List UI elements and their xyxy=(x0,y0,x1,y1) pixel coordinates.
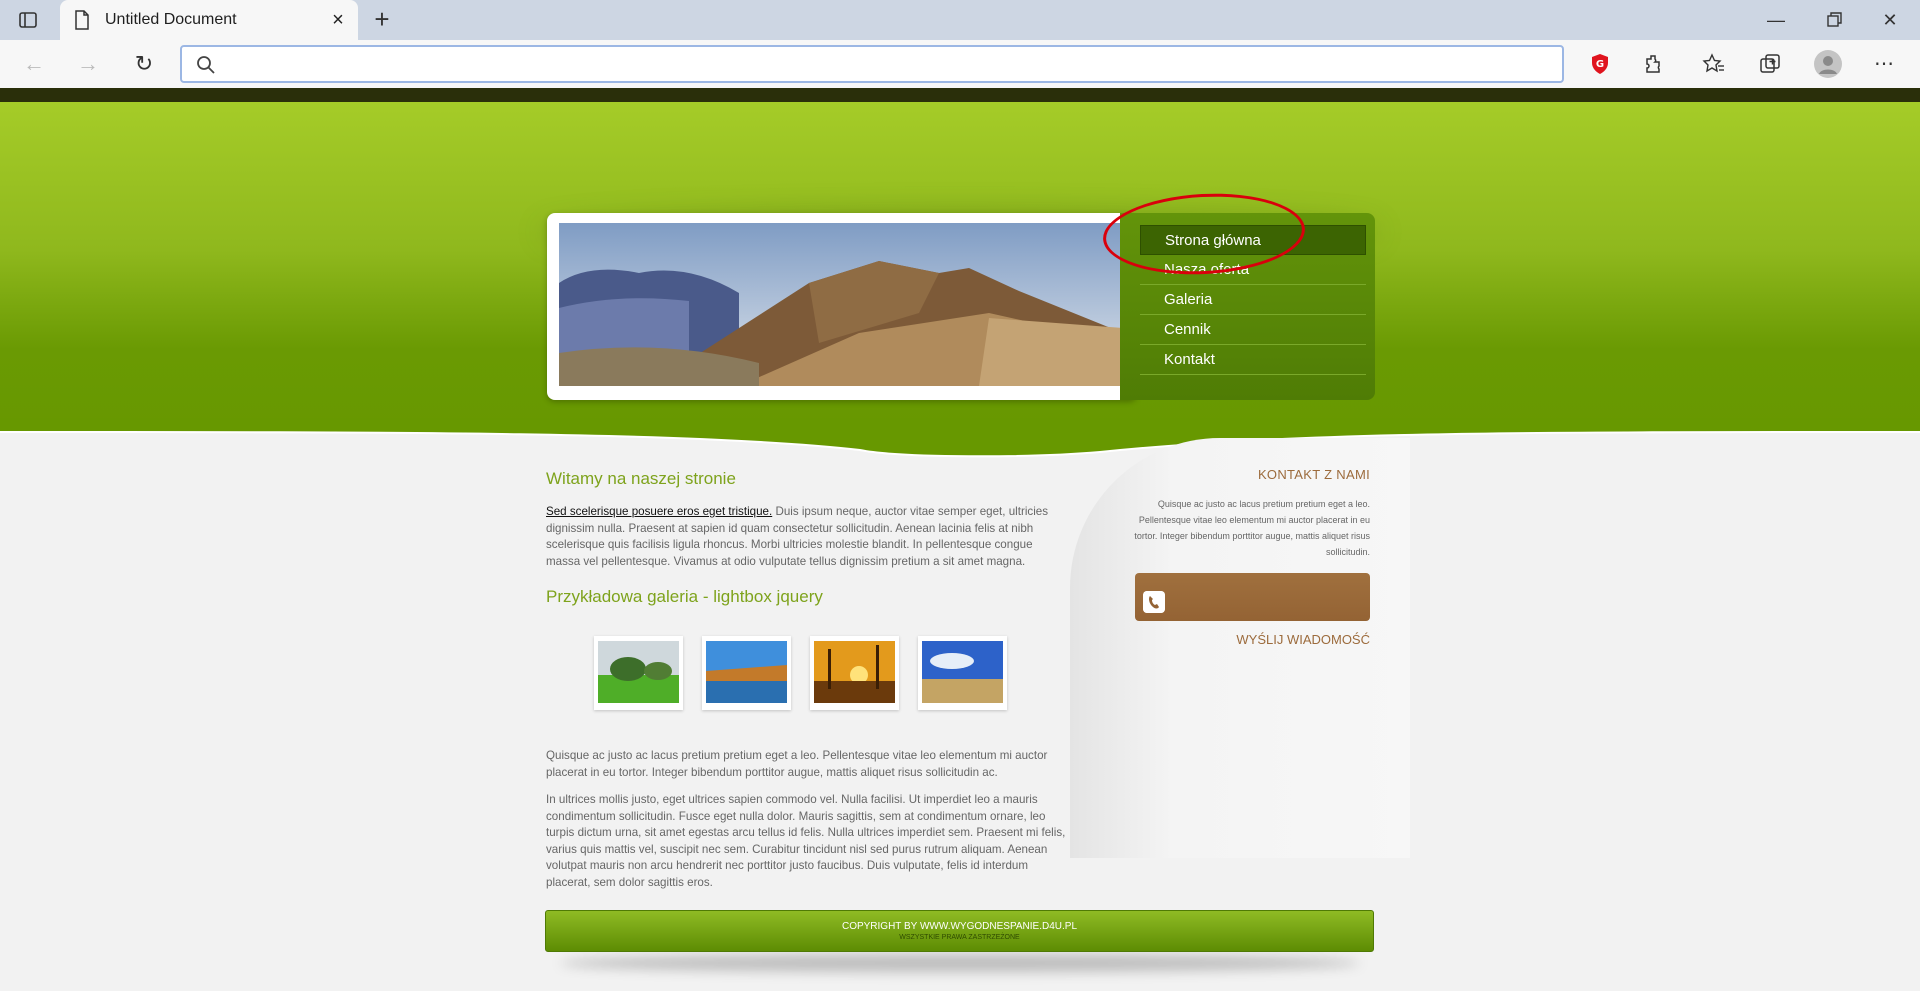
lake-thumb xyxy=(706,641,787,703)
sunset-thumb xyxy=(814,641,895,703)
minimize-icon[interactable]: — xyxy=(1764,8,1788,32)
phone-icon xyxy=(1143,591,1165,613)
phone-box xyxy=(1135,573,1370,621)
welcome-heading: Witamy na naszej stronie xyxy=(546,469,736,488)
favorites-icon[interactable] xyxy=(1702,52,1726,76)
forward-icon[interactable]: → xyxy=(76,52,100,76)
restore-icon[interactable] xyxy=(1822,8,1846,32)
intro-paragraph: Sed scelerisque posuere eros eget tristi… xyxy=(546,504,1066,570)
more-options-icon[interactable]: ⋯ xyxy=(1872,52,1896,76)
address-bar: ← → ↻ G ⋯ xyxy=(0,40,1920,88)
web-page: Strona główna Nasza oferta Galeria Cenni… xyxy=(0,88,1920,991)
contact-heading: KONTAKT Z NAMI xyxy=(1257,467,1370,482)
menu-item-cennik[interactable]: Cennik xyxy=(1140,315,1366,345)
svg-text:G: G xyxy=(1596,59,1604,70)
wheat-field-thumb xyxy=(922,641,1003,703)
mountain-photo xyxy=(559,223,1123,386)
close-tab-icon[interactable]: × xyxy=(328,10,348,30)
collections-icon[interactable] xyxy=(1758,52,1782,76)
menu-item-galeria[interactable]: Galeria xyxy=(1140,285,1366,315)
send-message-link[interactable]: WYŚLIJ WIADOMOŚĆ xyxy=(1200,632,1370,647)
menu-item-label: Cennik xyxy=(1164,321,1211,338)
reload-icon[interactable]: ↻ xyxy=(132,52,156,76)
tab-actions-icon[interactable] xyxy=(18,10,38,30)
header-wave xyxy=(0,418,1920,458)
intro-link[interactable]: Sed scelerisque posuere eros eget tristi… xyxy=(546,505,772,518)
browser-tab-bar: Untitled Document × + — ✕ xyxy=(0,0,1920,40)
new-tab-button[interactable]: + xyxy=(370,6,394,32)
tree-meadow-thumb xyxy=(598,641,679,703)
url-input[interactable] xyxy=(180,45,1564,83)
document-icon xyxy=(75,10,89,30)
gallery-thumb-3[interactable] xyxy=(810,636,899,710)
shield-extension-icon[interactable]: G xyxy=(1588,52,1612,76)
paragraph-3: In ultrices mollis justo, eget ultrices … xyxy=(546,793,1066,889)
gallery-heading: Przykładowa galeria - lightbox jquery xyxy=(546,587,823,606)
footer-shadow xyxy=(560,954,1360,972)
browser-tab[interactable]: Untitled Document × xyxy=(60,0,358,40)
top-strip xyxy=(0,88,1920,102)
contact-text: Quisque ac justo ac lacus pretium pretiu… xyxy=(1134,499,1370,557)
header-photo-frame xyxy=(547,213,1137,400)
paragraph-2: Quisque ac justo ac lacus pretium pretiu… xyxy=(546,749,1048,779)
site-footer: COPYRIGHT BY WWW.WYGODNESPANIE.D4U.PL WS… xyxy=(545,910,1374,952)
profile-avatar-icon[interactable] xyxy=(1814,50,1842,78)
tab-title: Untitled Document xyxy=(105,11,237,28)
menu-item-kontakt[interactable]: Kontakt xyxy=(1140,345,1366,375)
back-icon[interactable]: ← xyxy=(22,52,46,76)
menu-item-label: Kontakt xyxy=(1164,351,1215,368)
gallery-thumb-2[interactable] xyxy=(702,636,791,710)
rights-text: WSZYSTKIE PRAWA ZASTRZEŻONE xyxy=(899,934,1020,941)
gallery-thumb-1[interactable] xyxy=(594,636,683,710)
menu-item-label: Galeria xyxy=(1164,291,1213,308)
close-window-icon[interactable]: ✕ xyxy=(1878,8,1902,32)
copyright-text: COPYRIGHT BY WWW.WYGODNESPANIE.D4U.PL xyxy=(841,921,1078,932)
gallery-thumb-4[interactable] xyxy=(918,636,1007,710)
search-icon xyxy=(197,56,215,74)
extensions-icon[interactable] xyxy=(1642,52,1666,76)
